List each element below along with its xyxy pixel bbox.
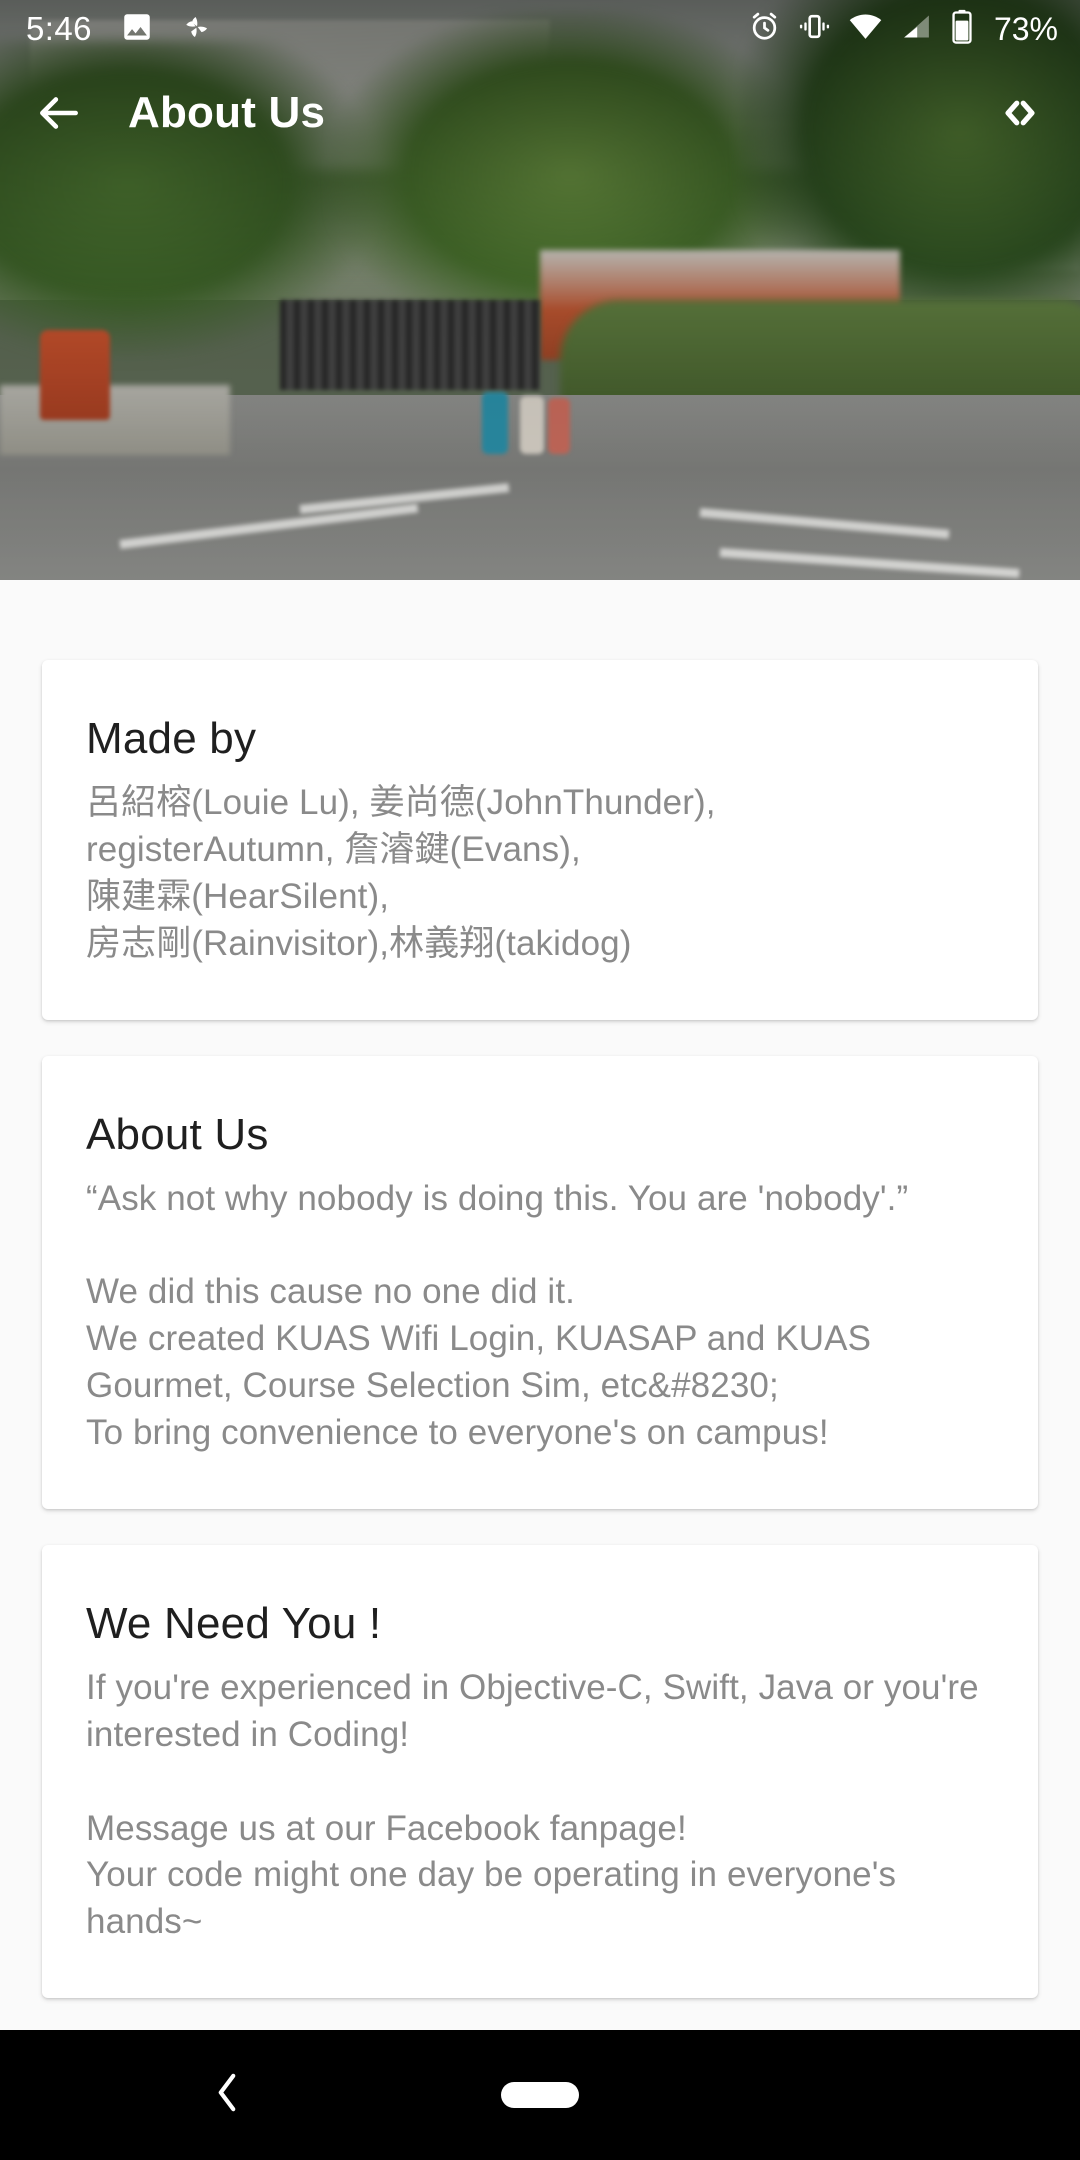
status-bar-system-icons: 73% [748, 9, 1058, 49]
app-bar: About Us [0, 58, 1080, 168]
status-bar-notification-icons [120, 10, 214, 49]
app-bar-actions [994, 87, 1046, 139]
battery-icon [950, 9, 974, 49]
card-we-need-you: We Need You ! If you're experienced in O… [42, 1544, 1038, 1999]
system-navigation-bar [0, 2030, 1080, 2160]
card-title: About Us [86, 1109, 269, 1159]
pinwheel-icon [180, 10, 214, 49]
card-title: Made by [86, 714, 257, 763]
home-pill[interactable] [501, 2082, 579, 2108]
card-body: If you're experienced in Objective-C, Sw… [86, 1667, 979, 1942]
about-us-screen: 5:46 73% About Us Made by 呂紹榕(Louie Lu),… [0, 0, 1080, 2160]
signal-icon [900, 10, 933, 48]
wifi-icon [848, 9, 883, 49]
back-arrow-icon[interactable] [34, 88, 84, 138]
status-bar-clock: 5:46 [26, 10, 92, 47]
status-bar: 5:46 73% [0, 0, 1080, 58]
about-content-scroll[interactable]: Made by 呂紹榕(Louie Lu), 姜尚德(JohnThunder),… [0, 580, 1080, 2030]
card-body: 呂紹榕(Louie Lu), 姜尚德(JohnThunder), registe… [86, 783, 716, 963]
page-title: About Us [128, 88, 326, 137]
vibrate-icon [798, 10, 831, 48]
card-title: We Need You ! [86, 1598, 382, 1648]
alarm-icon [748, 10, 781, 48]
card-made-by: Made by 呂紹榕(Louie Lu), 姜尚德(JohnThunder),… [42, 660, 1038, 1020]
code-brackets-icon[interactable] [994, 87, 1046, 139]
card-about-us: About Us “Ask not why nobody is doing th… [42, 1055, 1038, 1509]
battery-percentage: 73% [993, 10, 1058, 47]
card-body: “Ask not why nobody is doing this. You a… [86, 1178, 909, 1453]
image-icon [120, 10, 154, 49]
nav-back-icon[interactable] [210, 2068, 244, 2123]
